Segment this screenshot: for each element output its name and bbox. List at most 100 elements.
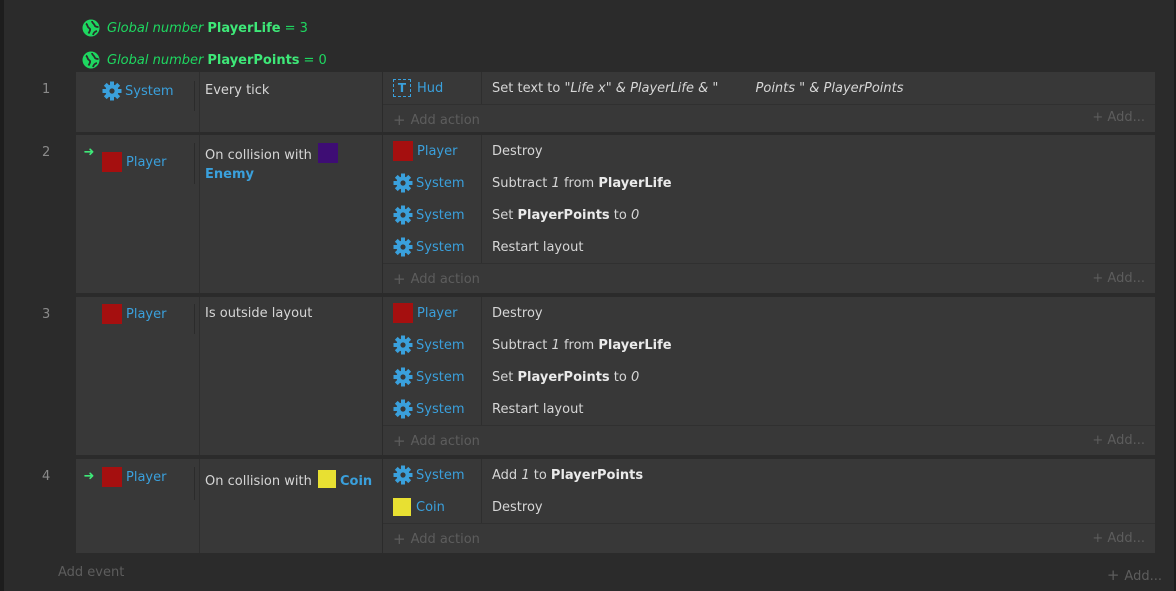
enemy-sprite-icon (317, 143, 338, 163)
action-object-name: System (416, 467, 465, 483)
plus-icon: + (1092, 531, 1104, 546)
global-name: PlayerPoints (207, 52, 300, 68)
action-object[interactable]: System (383, 399, 481, 419)
action-text: Destroy (481, 135, 1155, 167)
add-action-button[interactable]: + Add action (383, 425, 1155, 456)
action-row[interactable]: Player Destroy (383, 297, 1155, 329)
event-row-4[interactable]: 4 ➜ Player On collision with Coin System… (42, 459, 1155, 554)
action-text-part: to (529, 467, 551, 483)
action-number: 0 (631, 207, 640, 223)
event-row-3[interactable]: 3 Player Is outside layout Player Destro… (42, 297, 1155, 455)
add-action-label: Add action (410, 271, 480, 287)
add-menu-button[interactable]: + Add... (1107, 566, 1162, 584)
event-row-1[interactable]: 1 System Every tick T Hud Set text to "L… (42, 72, 1155, 135)
event-actions: Player Destroy System Subtract 1 from Pl… (383, 297, 1155, 455)
add-action-button[interactable]: + Add action (383, 523, 1155, 554)
event-condition[interactable]: ➜ Player On collision with Coin (76, 459, 382, 553)
event-condition[interactable]: System Every tick (76, 72, 382, 132)
add-menu-button[interactable]: + Add... (1092, 433, 1145, 448)
global-variables: Global number PlayerLife = 3 Global numb… (82, 12, 327, 76)
condition-text: Every tick (194, 81, 382, 111)
action-row[interactable]: System Set PlayerPoints to 0 (383, 361, 1155, 393)
action-object[interactable]: System (383, 367, 481, 387)
condition-text: Is outside layout (194, 304, 382, 334)
gear-icon (393, 237, 413, 257)
action-number: 1 (551, 337, 560, 353)
action-number: 0 (631, 369, 640, 385)
event-condition[interactable]: Player Is outside layout (76, 297, 382, 455)
gear-icon (393, 367, 413, 387)
action-object[interactable]: T Hud (383, 79, 481, 97)
plus-icon: + (393, 432, 406, 450)
action-variable: PlayerLife (598, 337, 672, 353)
action-row[interactable]: System Add 1 to PlayerPoints (383, 459, 1155, 491)
global-variable-playerlife[interactable]: Global number PlayerLife = 3 (82, 12, 327, 44)
action-text-part: Subtract (492, 175, 552, 191)
action-object-name: Player (417, 305, 458, 321)
action-variable: PlayerPoints (550, 467, 644, 483)
action-row[interactable]: System Restart layout (383, 231, 1155, 263)
condition-object[interactable]: Player (102, 152, 194, 172)
action-row[interactable]: System Restart layout (383, 393, 1155, 425)
action-object[interactable]: Coin (383, 498, 481, 516)
action-text: Set text to "Life x" & PlayerLife & " Po… (481, 72, 1155, 104)
action-object[interactable]: System (383, 205, 481, 225)
plus-icon: + (1092, 433, 1104, 448)
player-sprite-icon (102, 152, 122, 172)
plus-icon: + (393, 270, 406, 288)
add-action-button[interactable]: + Add action (383, 263, 1155, 294)
add-label: Add... (1107, 110, 1145, 125)
action-object[interactable]: Player (383, 141, 481, 161)
action-text: Destroy (481, 491, 1155, 523)
action-object-name: System (416, 401, 465, 417)
event-number: 2 (42, 145, 51, 160)
action-object-name: Player (417, 143, 458, 159)
add-menu-button[interactable]: + Add... (1092, 271, 1145, 286)
condition-object-name: Player (126, 306, 167, 322)
player-sprite-icon (393, 303, 413, 323)
action-object-name: System (416, 207, 465, 223)
action-object-name: System (416, 337, 465, 353)
left-gutter (0, 0, 4, 591)
globe-icon (82, 19, 100, 37)
event-condition[interactable]: ➜ Player On collision with Enemy (76, 135, 382, 293)
action-object-name: System (416, 369, 465, 385)
action-row[interactable]: Coin Destroy (383, 491, 1155, 523)
add-action-button[interactable]: + Add action (383, 104, 1155, 135)
player-sprite-icon (102, 304, 122, 324)
action-row[interactable]: System Subtract 1 from PlayerLife (383, 329, 1155, 361)
condition-text-label: On collision with (205, 474, 312, 489)
action-row[interactable]: Player Destroy (383, 135, 1155, 167)
action-text: Set PlayerPoints to 0 (481, 361, 1155, 393)
action-object[interactable]: System (383, 465, 481, 485)
action-row[interactable]: System Set PlayerPoints to 0 (383, 199, 1155, 231)
action-text-part: from (559, 175, 599, 191)
condition-object[interactable]: Player (102, 467, 194, 487)
action-object[interactable]: System (383, 173, 481, 193)
action-row[interactable]: T Hud Set text to "Life x" & PlayerLife … (383, 72, 1155, 104)
action-number: 1 (551, 175, 560, 191)
event-row-2[interactable]: 2 ➜ Player On collision with Enemy Playe… (42, 135, 1155, 294)
divider (199, 297, 200, 455)
action-text: Set PlayerPoints to 0 (481, 199, 1155, 231)
action-object[interactable]: System (383, 335, 481, 355)
gear-icon (393, 465, 413, 485)
add-menu-button[interactable]: + Add... (1092, 531, 1145, 546)
event-number: 4 (42, 469, 51, 484)
condition-object-name: Player (126, 469, 167, 485)
action-object[interactable]: System (383, 237, 481, 257)
action-object[interactable]: Player (383, 303, 481, 323)
text-object-icon: T (393, 79, 411, 97)
add-event-button[interactable]: Add event (58, 565, 124, 580)
condition-target: Enemy (205, 167, 254, 182)
condition-object[interactable]: System (102, 81, 194, 101)
condition-target: Coin (339, 474, 373, 489)
trigger-arrow-icon: ➜ (83, 469, 95, 484)
condition-object[interactable]: Player (102, 304, 194, 324)
add-action-label: Add action (410, 531, 480, 547)
action-row[interactable]: System Subtract 1 from PlayerLife (383, 167, 1155, 199)
action-variable: PlayerLife (598, 175, 672, 191)
add-menu-button[interactable]: + Add... (1092, 110, 1145, 125)
plus-icon: + (1106, 566, 1120, 584)
global-name: PlayerLife (207, 20, 281, 36)
